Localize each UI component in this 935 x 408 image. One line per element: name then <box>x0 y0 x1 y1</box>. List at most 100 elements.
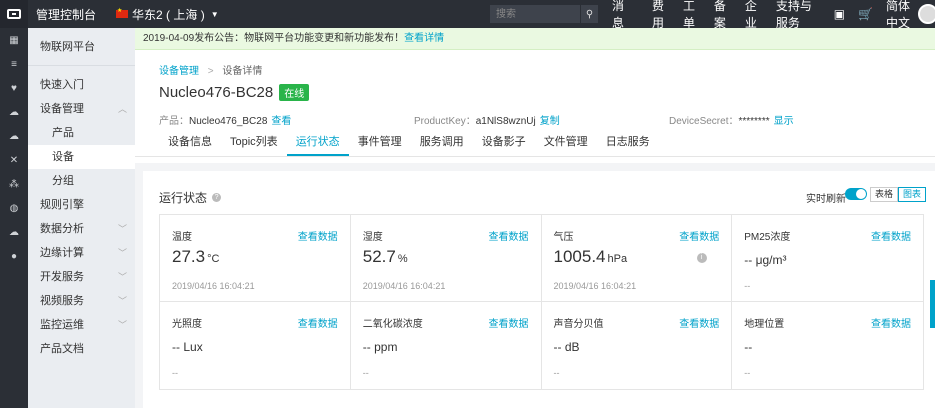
view-data-link[interactable]: 查看数据 <box>489 315 529 330</box>
view-table-button[interactable]: 表格 <box>870 187 899 202</box>
property-value: -- dB <box>553 340 580 354</box>
info-icon[interactable]: i <box>696 253 707 263</box>
chevron-up-icon: ︿ <box>117 104 127 114</box>
realtime-refresh-toggle[interactable] <box>845 188 867 200</box>
sidebar: 物联网平台 快速入门 设备管理 ︿ 产品 设备 分组 规则引擎 数据分析 ﹀ 边缘计… <box>28 28 135 408</box>
nav-icp[interactable]: 备案 <box>714 0 732 31</box>
view-data-link[interactable]: 查看数据 <box>871 315 911 330</box>
globe-icon[interactable]: ◍ <box>0 196 28 220</box>
view-data-link[interactable]: 查看数据 <box>298 315 338 330</box>
tab-files[interactable]: 文件管理 <box>535 128 597 156</box>
nodes-icon[interactable]: ⁂ <box>0 172 28 196</box>
search-icon[interactable]: ⚲ <box>580 5 598 23</box>
sidebar-item-groups[interactable]: 分组 <box>28 169 135 193</box>
nav-support[interactable]: 支持与服务 <box>776 0 821 31</box>
nav-enterprise[interactable]: 企业 <box>745 0 763 31</box>
sidebar-item-video[interactable]: 视频服务 ﹀ <box>28 289 135 313</box>
sidebar-item-quickstart[interactable]: 快速入门 <box>28 73 135 97</box>
breadcrumb-device-management[interactable]: 设备管理 <box>159 66 199 77</box>
realtime-refresh-label: 实时刷新 <box>806 194 846 205</box>
view-data-link[interactable]: 查看数据 <box>679 315 719 330</box>
tab-service-calls[interactable]: 服务调用 <box>411 128 473 156</box>
notice-banner: 2019-04-09发布公告：物联网平台功能变更和新功能发布！查看详情 <box>135 28 935 50</box>
property-card-temperature: 温度 查看数据 27.3 °C 2019/04/16 16:04:21 <box>160 215 351 302</box>
sidebar-item-docs[interactable]: 产品文档 <box>28 337 135 361</box>
property-time: -- <box>172 368 178 378</box>
product-info: 产品：Nucleo476_BC28 查看 <box>159 116 292 127</box>
property-value: 27.3 °C <box>172 247 220 266</box>
view-chart-button[interactable]: 图表 <box>898 187 927 202</box>
tab-runtime-status[interactable]: 运行状态 <box>286 128 349 156</box>
property-time: -- <box>553 368 560 378</box>
chevron-down-icon: ﹀ <box>117 248 127 258</box>
sidebar-item-rules[interactable]: 规则引擎 <box>28 193 135 217</box>
sidebar-item-edge[interactable]: 边缘计算 ﹀ <box>28 241 135 265</box>
section-title: 运行状态 ? <box>159 189 222 206</box>
property-card-pressure: 气压 查看数据 1005.4 hPa i 2019/04/16 16:04:21 <box>541 215 733 302</box>
help-icon[interactable]: ? <box>212 193 222 202</box>
console-title[interactable]: 管理控制台 <box>36 6 96 23</box>
cloud-outline-icon[interactable]: ☁ <box>0 220 28 244</box>
cloud-icon[interactable]: ☁ <box>0 100 28 124</box>
grid-icon[interactable]: ▦ <box>0 28 28 52</box>
region-label: 华东2 ( 上海 ) <box>132 7 205 22</box>
notice-text: 2019-04-09发布公告：物联网平台功能变更和新功能发布！ <box>143 33 405 44</box>
property-value: -- ppm <box>362 340 398 354</box>
page-title: Nucleo476-BC28 <box>159 84 274 101</box>
search-input[interactable] <box>490 5 580 23</box>
breadcrumb: 设备管理 > 设备详情 <box>159 66 263 77</box>
tab-device-info[interactable]: 设备信息 <box>159 128 221 156</box>
terminal-icon[interactable]: ▣ <box>834 7 845 21</box>
icon-rail: ▦ ≡ ♥ ☁ ☁ ✕ ⁂ ◍ ☁ ● <box>0 28 28 408</box>
property-value: -- μg/m³ <box>744 253 787 267</box>
avatar[interactable] <box>918 4 935 24</box>
property-time: 2019/04/16 16:04:21 <box>553 281 637 291</box>
view-data-link[interactable]: 查看数据 <box>871 228 911 243</box>
heart-icon[interactable]: ♥ <box>0 76 28 100</box>
devicesecret-show-link[interactable]: 显示 <box>774 116 794 127</box>
cloud-sync-icon[interactable]: ☁ <box>0 124 28 148</box>
feedback-tab[interactable] <box>930 280 935 328</box>
nav-language[interactable]: 简体中文 <box>886 0 922 31</box>
tab-logs[interactable]: 日志服务 <box>597 128 659 156</box>
sidebar-item-dev-services[interactable]: 开发服务 ﹀ <box>28 265 135 289</box>
tab-events[interactable]: 事件管理 <box>349 128 411 156</box>
circle-icon[interactable]: ● <box>0 244 28 268</box>
region-selector[interactable]: 华东2 ( 上海 ) ▼ <box>116 6 219 23</box>
devicesecret-info: DeviceSecret：******** 显示 <box>669 116 794 127</box>
productkey-copy-link[interactable]: 复制 <box>540 116 560 127</box>
nav-messages[interactable]: 消息37 <box>612 0 630 31</box>
caret-down-icon: ▼ <box>210 9 219 19</box>
nav-billing[interactable]: 费用 <box>652 0 670 31</box>
nav-tickets[interactable]: 工单 <box>683 0 701 31</box>
view-data-link[interactable]: 查看数据 <box>489 228 529 243</box>
property-time: -- <box>744 368 751 378</box>
property-card-pm25: PM25浓度 查看数据 -- μg/m³ -- <box>732 215 923 302</box>
cart-icon[interactable]: 🛒 <box>858 7 873 21</box>
sidebar-item-products[interactable]: 产品 <box>28 121 135 145</box>
sidebar-item-device-management[interactable]: 设备管理 ︿ <box>28 97 135 121</box>
property-time: 2019/04/16 16:04:21 <box>172 281 255 291</box>
breadcrumb-current: 设备详情 <box>222 66 263 77</box>
cross-icon[interactable]: ✕ <box>0 148 28 172</box>
menu-icon[interactable]: ≡ <box>0 52 28 76</box>
sidebar-item-devices[interactable]: 设备 <box>28 145 135 169</box>
chevron-down-icon: ﹀ <box>117 320 127 330</box>
chevron-down-icon: ﹀ <box>117 296 127 306</box>
property-value: -- Lux <box>172 340 203 354</box>
chevron-down-icon: ﹀ <box>117 272 127 282</box>
tab-device-shadow[interactable]: 设备影子 <box>473 128 535 156</box>
property-value: 1005.4 hPa <box>553 247 628 266</box>
sidebar-item-monitoring[interactable]: 监控运维 ﹀ <box>28 313 135 337</box>
main-content: 2019-04-09发布公告：物联网平台功能变更和新功能发布！查看详情 设备管理… <box>135 28 935 408</box>
notice-link[interactable]: 查看详情 <box>404 33 444 44</box>
sidebar-item-analytics[interactable]: 数据分析 ﹀ <box>28 217 135 241</box>
view-data-link[interactable]: 查看数据 <box>298 228 338 243</box>
productkey-info: ProductKey：a1NlS8wznUj 复制 <box>414 116 560 127</box>
view-data-link[interactable]: 查看数据 <box>679 228 719 243</box>
aliyun-logo-icon[interactable] <box>0 0 28 28</box>
product-view-link[interactable]: 查看 <box>271 116 291 127</box>
property-card-sound: 声音分贝值 查看数据 -- dB -- <box>542 302 733 389</box>
device-tabs: 设备信息 Topic列表 运行状态 事件管理 服务调用 设备影子 文件管理 日志… <box>159 128 659 156</box>
tab-topic-list[interactable]: Topic列表 <box>221 128 287 156</box>
